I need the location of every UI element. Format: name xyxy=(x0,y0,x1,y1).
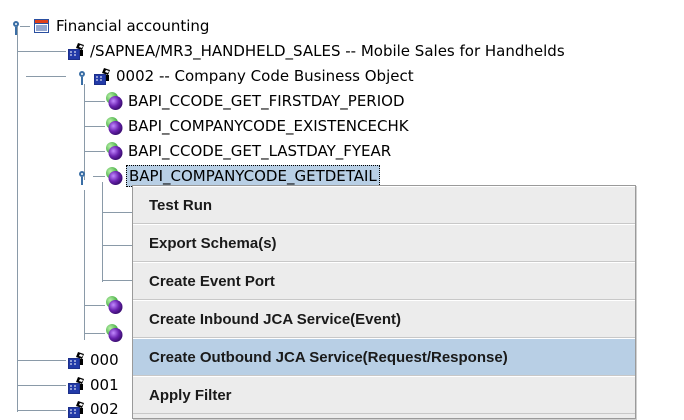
tree-connector xyxy=(85,101,105,102)
tree-connector xyxy=(85,333,105,334)
menu-item-create-event-port[interactable]: Create Event Port xyxy=(133,262,635,300)
tree-node-business-object[interactable]: 002 xyxy=(66,398,119,420)
collapse-toggle-icon[interactable] xyxy=(12,21,24,35)
collapse-toggle-icon[interactable] xyxy=(78,171,90,185)
tree-connector xyxy=(20,26,30,27)
tree-node-label: BAPI_CCODE_GET_FIRSTDAY_PERIOD xyxy=(128,92,405,110)
tree-node-label: BAPI_CCODE_GET_LASTDAY_FYEAR xyxy=(128,142,392,160)
context-menu: Test Run Export Schema(s) Create Event P… xyxy=(132,185,636,419)
tree-node-bapi-method[interactable] xyxy=(104,294,124,316)
tree-node-label: /SAPNEA/MR3_HANDHELD_SALES -- Mobile Sal… xyxy=(90,42,565,60)
bapi-method-icon xyxy=(104,295,124,315)
tree-connector xyxy=(103,212,133,213)
tree-node-label: 0002 -- Company Code Business Object xyxy=(116,67,414,85)
tree-connector xyxy=(102,182,103,282)
tree-connector xyxy=(103,280,133,281)
tree-node-business-object[interactable]: 001 xyxy=(66,374,119,396)
tree-connector xyxy=(26,76,66,77)
folder-icon xyxy=(32,16,52,36)
tree-connector xyxy=(103,245,133,246)
business-object-icon xyxy=(66,399,86,419)
tree-node-bapi-method-selected[interactable]: BAPI_COMPANYCODE_GETDETAIL xyxy=(104,165,380,187)
tree-node-bapi-method[interactable]: BAPI_CCODE_GET_LASTDAY_FYEAR xyxy=(104,140,391,162)
menu-item-create-outbound-jca-service[interactable]: Create Outbound JCA Service(Request/Resp… xyxy=(133,338,635,376)
tree-node-company-code-bo[interactable]: 0002 -- Company Code Business Object xyxy=(92,65,414,87)
tree-connector xyxy=(18,51,66,52)
bapi-method-icon xyxy=(104,116,124,136)
tree-node-bapi-method[interactable] xyxy=(104,322,124,344)
tree-node-bapi-method[interactable]: BAPI_CCODE_GET_FIRSTDAY_PERIOD xyxy=(104,90,405,112)
menu-item-create-inbound-jca-service[interactable]: Create Inbound JCA Service(Event) xyxy=(133,300,635,338)
tree-connector xyxy=(84,190,85,340)
tree-connector xyxy=(85,126,105,127)
tree-node-label: 000 xyxy=(90,351,119,369)
menu-item-export-schema[interactable]: Export Schema(s) xyxy=(133,224,635,262)
tree-node-business-object[interactable]: 000 xyxy=(66,349,119,371)
tree-connector xyxy=(17,22,18,412)
tree-connector xyxy=(18,410,66,411)
tree-node-label: 002 xyxy=(90,400,119,418)
tree-connector xyxy=(85,305,105,306)
tree-node-mobile-sales[interactable]: /SAPNEA/MR3_HANDHELD_SALES -- Mobile Sal… xyxy=(66,40,565,62)
tree-node-label: Financial accounting xyxy=(56,17,210,35)
business-object-icon xyxy=(66,375,86,395)
tree-node-bapi-method[interactable]: BAPI_COMPANYCODE_EXISTENCECHK xyxy=(104,115,409,137)
tree-connector xyxy=(18,360,66,361)
bapi-method-icon xyxy=(104,323,124,343)
tree-node-label: BAPI_COMPANYCODE_EXISTENCECHK xyxy=(128,117,409,135)
menu-item-test-run[interactable]: Test Run xyxy=(133,186,635,224)
tree-connector xyxy=(18,385,66,386)
bapi-method-icon xyxy=(104,91,124,111)
tree-node-label: 001 xyxy=(90,376,119,394)
business-object-icon xyxy=(92,66,112,86)
collapse-toggle-icon[interactable] xyxy=(78,71,90,85)
bapi-method-icon xyxy=(104,166,124,186)
tree-node-label-selected: BAPI_COMPANYCODE_GETDETAIL xyxy=(126,165,380,187)
tree-connector xyxy=(84,84,85,180)
menu-item-apply-filter[interactable]: Apply Filter xyxy=(133,376,635,414)
tree-node-financial-accounting[interactable]: Financial accounting xyxy=(32,15,209,37)
bapi-method-icon xyxy=(104,141,124,161)
tree-connector xyxy=(85,151,105,152)
business-object-icon xyxy=(66,41,86,61)
business-object-icon xyxy=(66,350,86,370)
